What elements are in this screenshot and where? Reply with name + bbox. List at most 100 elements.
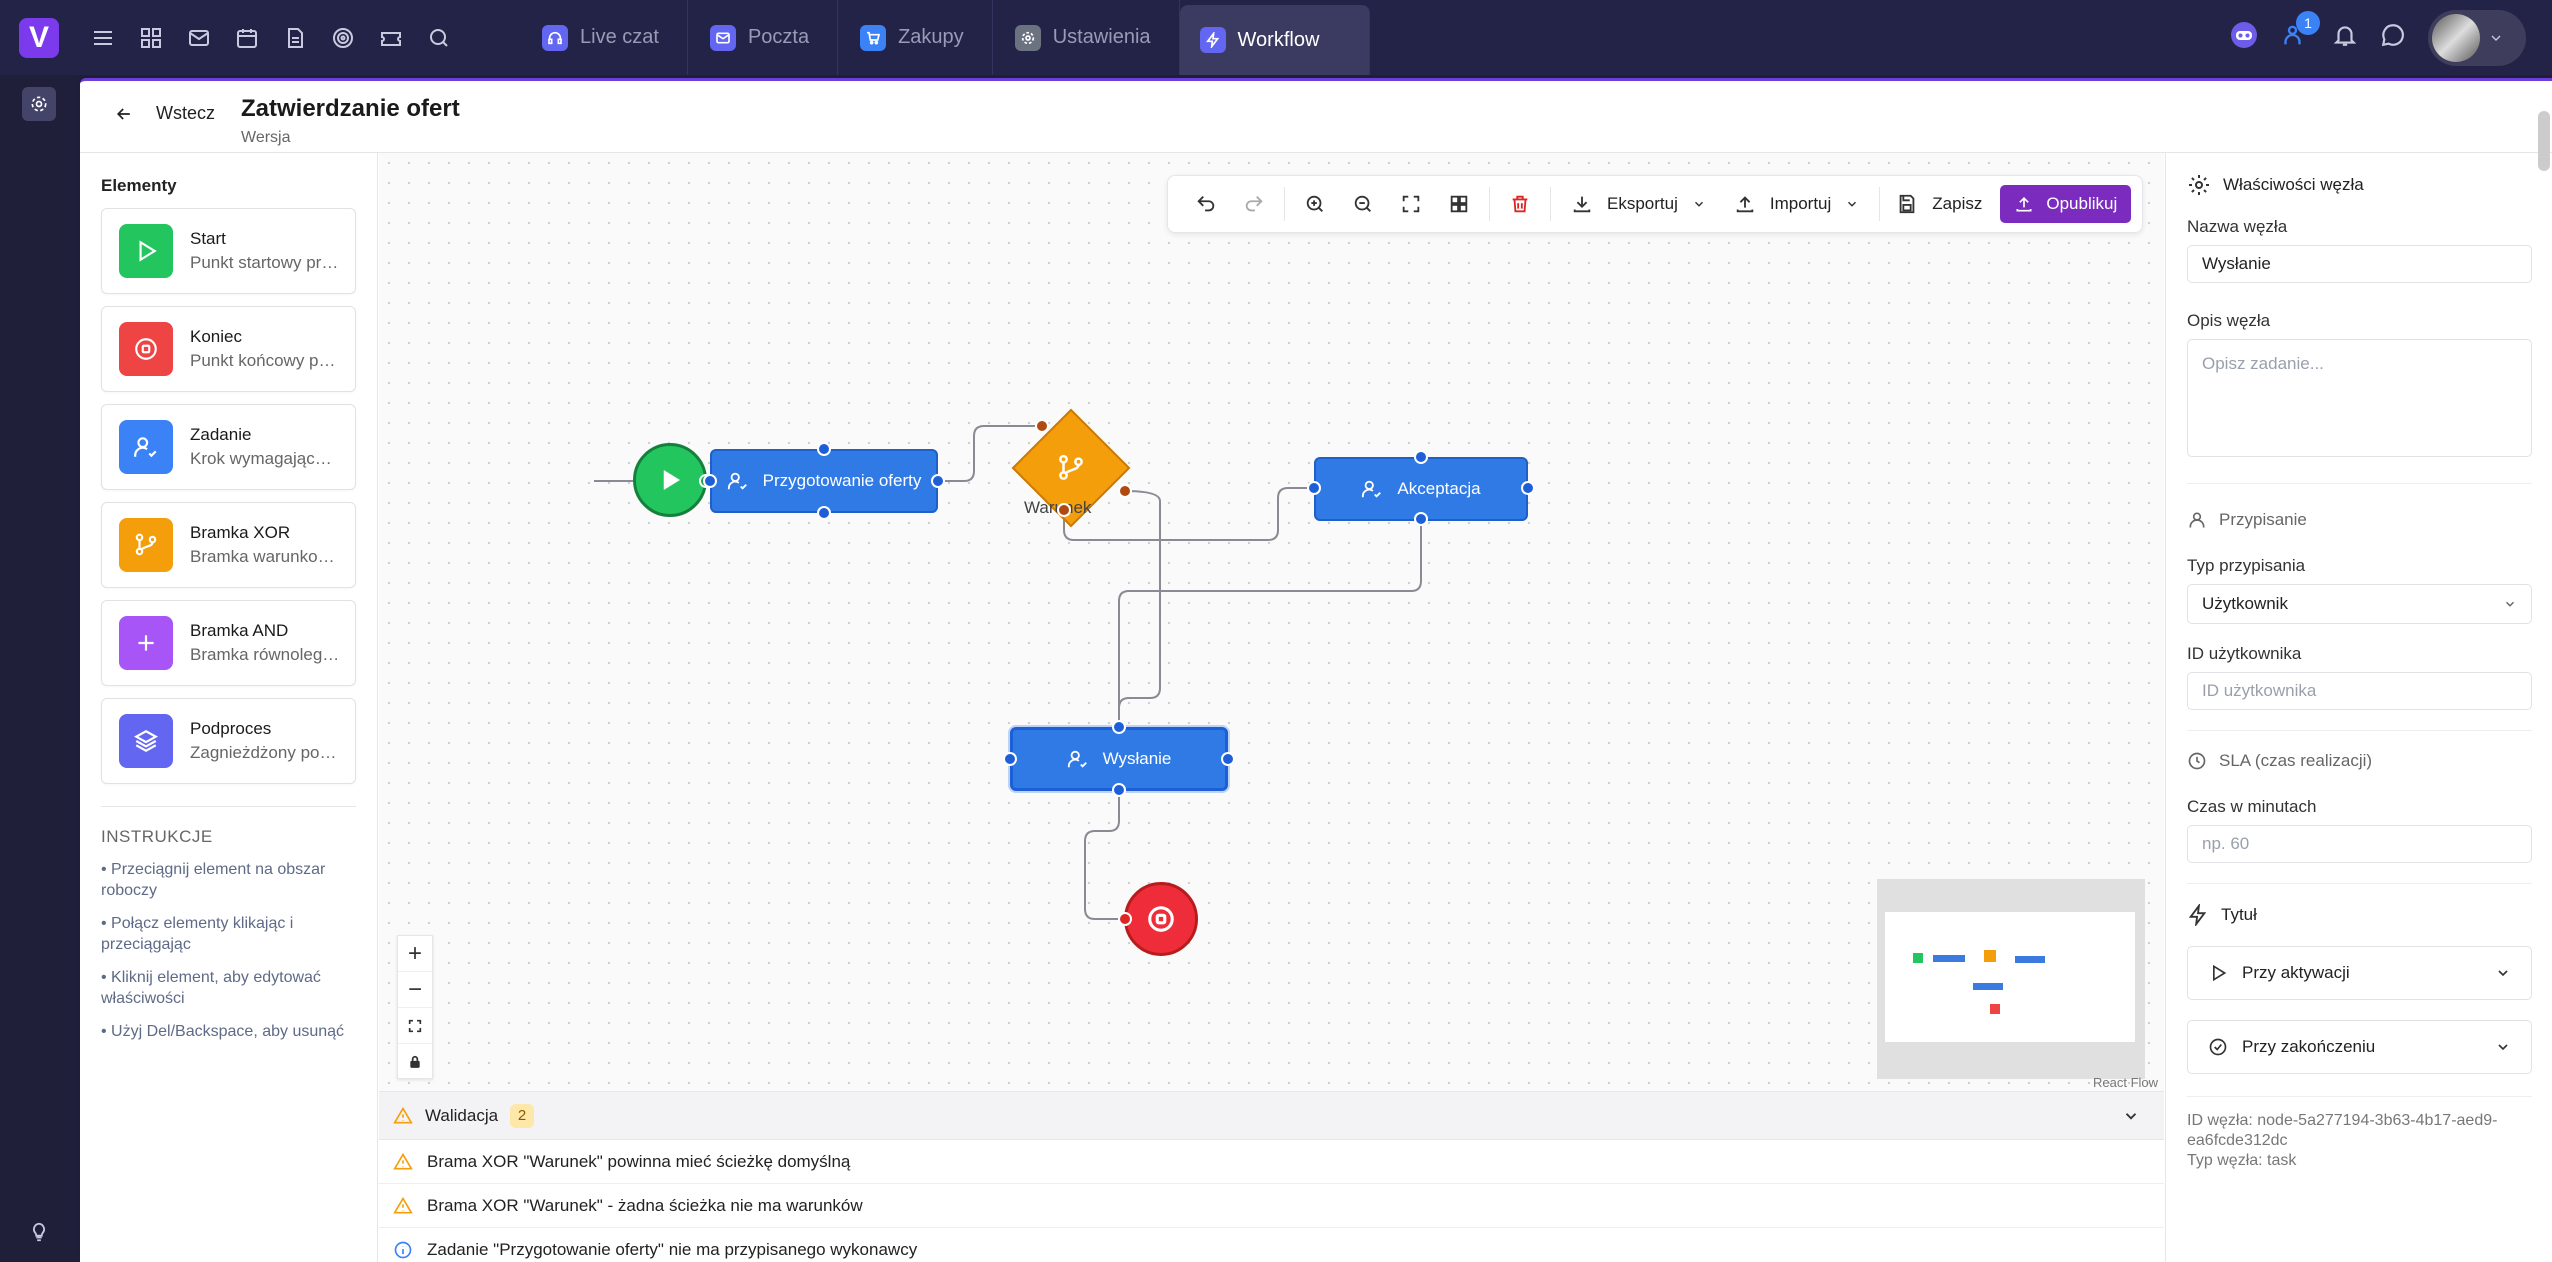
mail-icon[interactable] [185, 24, 213, 52]
node-handle[interactable] [931, 474, 945, 488]
tab-live-chat[interactable]: Live czat [520, 0, 688, 75]
element-and[interactable]: Bramka AND Bramka równoległa AND [101, 600, 356, 686]
redo-button[interactable] [1230, 184, 1278, 224]
fit-view-button[interactable] [398, 1008, 432, 1044]
task-node-send[interactable]: Wysłanie [1010, 727, 1228, 791]
app-logo[interactable]: V [19, 17, 59, 58]
tab-settings[interactable]: Ustawienia [993, 0, 1180, 75]
chevron-down-icon [2125, 1112, 2137, 1120]
target-icon[interactable] [329, 24, 357, 52]
react-flow-attribution[interactable]: React Flow [2093, 1075, 2158, 1090]
accordion-label: Przy aktywacji [2242, 963, 2350, 982]
save-icon [1899, 194, 1915, 214]
node-handle[interactable] [1112, 720, 1126, 734]
start-node[interactable] [633, 443, 707, 517]
tab-shopping[interactable]: Zakupy [838, 0, 993, 75]
document-icon[interactable] [281, 24, 309, 52]
scrollbar[interactable] [2538, 111, 2550, 171]
edge-accept-send [1118, 519, 1422, 727]
menu-icon[interactable] [89, 24, 117, 52]
workflow-canvas[interactable]: Eksportuj Importuj Zapisz Opublikuj Przy… [379, 153, 2164, 1091]
node-name-input[interactable]: Wysłanie [2187, 245, 2532, 283]
plus-icon [119, 616, 173, 670]
element-name: Zadanie [190, 425, 252, 444]
redo-icon [1245, 196, 1263, 212]
validation-item[interactable]: Brama XOR "Warunek" powinna mieć ścieżkę… [379, 1140, 2164, 1184]
import-button[interactable]: Importuj [1720, 193, 1873, 215]
canvas-toolbar: Eksportuj Importuj Zapisz Opublikuj [1167, 175, 2143, 233]
minimap-viewport [1885, 912, 2135, 1042]
node-handle[interactable] [1035, 419, 1049, 433]
element-end[interactable]: Koniec Punkt końcowy procesu [101, 306, 356, 392]
node-handle[interactable] [817, 442, 831, 456]
elements-panel: Elementy Start Punkt startowy procesu Kon… [80, 153, 378, 1262]
lock-button[interactable] [398, 1044, 432, 1080]
element-name: Bramka XOR [190, 523, 291, 542]
node-handle[interactable] [1414, 450, 1428, 464]
upload-icon [2016, 196, 2032, 212]
zoom-out-button[interactable] [1339, 184, 1387, 224]
element-task[interactable]: Zadanie Krok wymagający działania [101, 404, 356, 490]
element-xor[interactable]: Bramka XOR Bramka warunkowa XOR [101, 502, 356, 588]
search-icon[interactable] [425, 24, 453, 52]
export-button[interactable]: Eksportuj [1557, 193, 1720, 215]
zoom-in-button[interactable] [1291, 184, 1339, 224]
node-handle[interactable] [817, 506, 831, 520]
settings-icon[interactable] [22, 87, 56, 121]
on-complete-accordion[interactable]: Przy zakończeniu [2187, 1020, 2532, 1074]
zoom-minus-button[interactable]: − [398, 972, 432, 1008]
chat-icon[interactable] [2380, 22, 2406, 53]
zoom-in-icon [1306, 195, 1323, 212]
tab-mail[interactable]: Poczta [688, 0, 839, 75]
git-branch-icon [119, 518, 173, 572]
publish-button[interactable]: Opublikuj [2000, 185, 2132, 223]
assign-type-select[interactable]: Użytkownik [2187, 584, 2532, 624]
validation-header[interactable]: Walidacja 2 [379, 1092, 2164, 1140]
validation-item[interactable]: Brama XOR "Warunek" - żadna ścieżka nie … [379, 1184, 2164, 1228]
bell-icon[interactable] [2332, 22, 2358, 53]
play-icon [2213, 964, 2227, 982]
lightbulb-icon[interactable] [28, 1221, 50, 1248]
minimap[interactable] [1877, 879, 2145, 1079]
ai-bot-icon[interactable] [2228, 19, 2260, 56]
node-label: Przygotowanie oferty [762, 471, 922, 490]
user-avatar[interactable] [2428, 9, 2526, 66]
task-node-prep[interactable]: Przygotowanie oferty [710, 449, 938, 513]
user-id-input[interactable]: ID użytkownika [2187, 672, 2532, 710]
minimap-node [1913, 953, 1923, 963]
save-button[interactable]: Zapisz [1886, 193, 1990, 215]
node-handle[interactable] [1521, 481, 1535, 495]
element-start[interactable]: Start Punkt startowy procesu [101, 208, 356, 294]
edge-send-end [1084, 790, 1124, 920]
fit-view-button[interactable] [1387, 184, 1435, 224]
chevron-down-icon [2498, 1044, 2508, 1051]
element-subprocess[interactable]: Podproces Zagnieżdżony podproces [101, 698, 356, 784]
node-handle[interactable] [1112, 783, 1126, 797]
team-icon[interactable]: 1 [2282, 11, 2320, 54]
assign-type-label: Typ przypisania [2187, 556, 2306, 575]
lightning-icon [2188, 904, 2207, 926]
undo-button[interactable] [1182, 184, 1230, 224]
delete-button[interactable] [1496, 184, 1544, 224]
node-handle[interactable] [1118, 912, 1132, 926]
node-handle[interactable] [1118, 484, 1132, 498]
node-desc-textarea[interactable]: Opisz zadanie... [2187, 339, 2532, 457]
on-activate-accordion[interactable]: Przy aktywacji [2187, 946, 2532, 1000]
ticket-icon[interactable] [377, 24, 405, 52]
node-handle[interactable] [1003, 752, 1017, 766]
validation-item[interactable]: Zadanie "Przygotowanie oferty" nie ma pr… [379, 1228, 2164, 1262]
node-handle[interactable] [1221, 752, 1235, 766]
back-button[interactable]: Wstecz [114, 103, 215, 124]
grid-icon[interactable] [137, 24, 165, 52]
calendar-icon[interactable] [233, 24, 261, 52]
auto-layout-button[interactable] [1435, 184, 1483, 224]
node-handle[interactable] [1057, 503, 1071, 517]
node-handle[interactable] [1307, 481, 1321, 495]
time-input[interactable]: np. 60 [2187, 825, 2532, 863]
node-handle[interactable] [703, 474, 717, 488]
tab-workflow[interactable]: Workflow [1179, 5, 1371, 75]
zoom-plus-button[interactable]: + [398, 936, 432, 972]
end-node[interactable] [1124, 882, 1198, 956]
toolbar-divider [1489, 187, 1490, 221]
node-handle[interactable] [1414, 512, 1428, 526]
